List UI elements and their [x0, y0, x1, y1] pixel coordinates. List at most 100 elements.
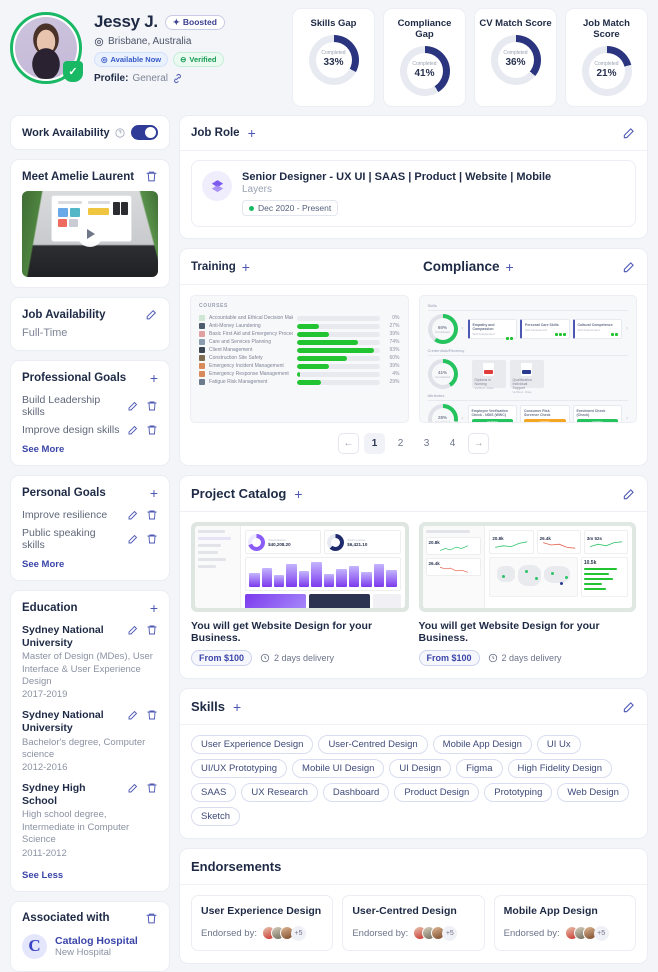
donut-chart: Completed 33% — [308, 35, 359, 85]
edit-icon[interactable] — [622, 260, 636, 274]
edit-icon[interactable] — [127, 424, 139, 436]
verify-button[interactable]: VERIFY — [576, 418, 618, 422]
see-more-link[interactable]: See More — [11, 440, 169, 465]
delete-icon[interactable] — [145, 170, 158, 183]
carousel-prev-icon[interactable]: ‹ — [462, 326, 464, 332]
link-icon[interactable] — [172, 73, 183, 84]
video-title: Meet Amelie Laurent — [22, 170, 135, 183]
project-card[interactable]: 20.8k 26.4k 20.8k 26.4k 3m 52s 10.5k You… — [418, 522, 636, 666]
training-compliance-card: Training + Compliance + COURSES Accounta… — [179, 248, 648, 466]
donut-chart: 41% Completed — [427, 359, 458, 389]
skill-tag[interactable]: User-Centred Design — [318, 735, 428, 754]
endorsed-by-label: Endorsed by: — [352, 928, 409, 939]
delete-icon[interactable] — [146, 782, 158, 794]
add-education-button[interactable]: + — [150, 601, 158, 615]
video-thumbnail[interactable] — [22, 191, 158, 277]
thumb-bar-chart — [245, 557, 401, 591]
work-availability-toggle[interactable] — [131, 125, 158, 140]
edit-icon[interactable] — [127, 533, 139, 545]
endorsed-by-label: Endorsed by: — [503, 928, 560, 939]
skill-tag[interactable]: User Experience Design — [191, 735, 314, 754]
delete-icon[interactable] — [145, 912, 158, 925]
skill-tag[interactable]: SAAS — [191, 783, 237, 802]
top-bar: ✓ Jessy J. ✦ Boosted Brisbane, Australia — [0, 0, 658, 115]
course-bar-track — [297, 339, 380, 345]
pagination-next[interactable]: → — [468, 433, 489, 454]
skill-tag[interactable]: Dashboard — [322, 783, 390, 802]
skill-tag[interactable]: Mobile UI Design — [292, 759, 385, 778]
skill-tag[interactable]: Sketch — [191, 807, 241, 826]
add-training-button[interactable]: + — [242, 260, 250, 274]
edit-icon[interactable] — [127, 509, 139, 521]
thumb-world-map — [489, 557, 578, 597]
carousel-prev-icon[interactable]: ‹ — [462, 416, 464, 422]
edit-icon[interactable] — [127, 782, 139, 794]
play-button[interactable] — [77, 221, 103, 247]
skill-tag[interactable]: UI Ux — [536, 735, 581, 754]
course-icon — [199, 379, 205, 385]
skill-tag[interactable]: UI Design — [389, 759, 452, 778]
project-card[interactable]: Total balance $40,208.20 Total revenue $… — [191, 522, 409, 666]
pagination-page-3[interactable]: 3 — [416, 433, 437, 454]
associated-title: Associated with — [22, 912, 110, 924]
pagination-page-4[interactable]: 4 — [442, 433, 463, 454]
avatar-overflow-count: +5 — [442, 926, 458, 941]
education-title: Education — [22, 602, 78, 614]
delete-icon[interactable] — [146, 533, 158, 545]
add-professional-goal-button[interactable]: + — [150, 371, 158, 385]
edit-icon[interactable] — [145, 308, 158, 321]
delete-icon[interactable] — [146, 424, 158, 436]
job-availability-title: Job Availability — [22, 308, 106, 321]
carousel-next-icon[interactable]: › — [626, 326, 628, 332]
education-desc: High school degree, Intermediate in Comp… — [22, 809, 130, 846]
skill-tag[interactable]: Prototyping — [484, 783, 553, 802]
edit-icon[interactable] — [622, 700, 636, 714]
add-compliance-button[interactable]: + — [506, 260, 514, 274]
list-item: Public speaking skills — [11, 525, 169, 555]
delete-icon[interactable] — [146, 509, 158, 521]
pagination-prev[interactable]: ← — [338, 433, 359, 454]
check-title: Consumer Risk Screener Check — [524, 408, 551, 417]
avatar[interactable]: ✓ — [10, 12, 83, 84]
add-skill-button[interactable]: + — [233, 700, 241, 714]
help-icon[interactable] — [115, 127, 125, 138]
tab-compliance[interactable]: Compliance + — [423, 259, 622, 274]
edit-icon[interactable] — [127, 400, 139, 412]
course-percent: 93% — [389, 347, 400, 353]
spark-icon: ✦ — [172, 16, 180, 27]
see-more-link[interactable]: See More — [11, 555, 169, 580]
delete-icon[interactable] — [146, 400, 158, 412]
skill-tag[interactable]: UX Research — [241, 783, 318, 802]
avatar-stack: +5 — [564, 926, 609, 941]
course-icon — [199, 363, 205, 369]
skill-sub: Self Assessment — [577, 328, 600, 332]
edit-icon[interactable] — [127, 709, 139, 721]
edit-icon[interactable] — [622, 487, 636, 501]
pagination-page-2[interactable]: 2 — [390, 433, 411, 454]
carousel-next-icon[interactable]: › — [626, 416, 628, 422]
skill-tag[interactable]: Product Design — [394, 783, 480, 802]
skill-tag[interactable]: High Fidelity Design — [507, 759, 612, 778]
sparkline-icon — [495, 540, 528, 548]
see-less-link[interactable]: See Less — [11, 866, 169, 891]
delete-icon[interactable] — [146, 624, 158, 636]
skill-tag[interactable]: Web Design — [557, 783, 629, 802]
skill-tag[interactable]: Mobile App Design — [432, 735, 532, 754]
verify-button[interactable]: VERIFY — [471, 418, 513, 422]
add-job-role-button[interactable]: + — [248, 126, 256, 140]
boosted-badge[interactable]: ✦ Boosted — [164, 14, 225, 30]
add-personal-goal-button[interactable]: + — [150, 486, 158, 500]
verify-button[interactable]: VERIFY — [524, 418, 566, 422]
tab-training[interactable]: Training + — [191, 260, 423, 274]
edit-icon[interactable] — [127, 624, 139, 636]
skill-tag[interactable]: Figma — [456, 759, 503, 778]
list-item: Sydney National University Bachelor's de… — [11, 707, 169, 780]
delete-icon[interactable] — [146, 709, 158, 721]
metric-value: 33% — [323, 57, 344, 68]
add-project-button[interactable]: + — [294, 487, 302, 501]
skill-tag[interactable]: UI/UX Prototyping — [191, 759, 288, 778]
job-role-item: Senior Designer - UX UI | SAAS | Product… — [191, 160, 636, 227]
attribute-check-card: Consumer Risk Screener Check VERIFY PEND… — [520, 404, 570, 422]
pagination-page-1[interactable]: 1 — [364, 433, 385, 454]
edit-icon[interactable] — [622, 126, 636, 140]
